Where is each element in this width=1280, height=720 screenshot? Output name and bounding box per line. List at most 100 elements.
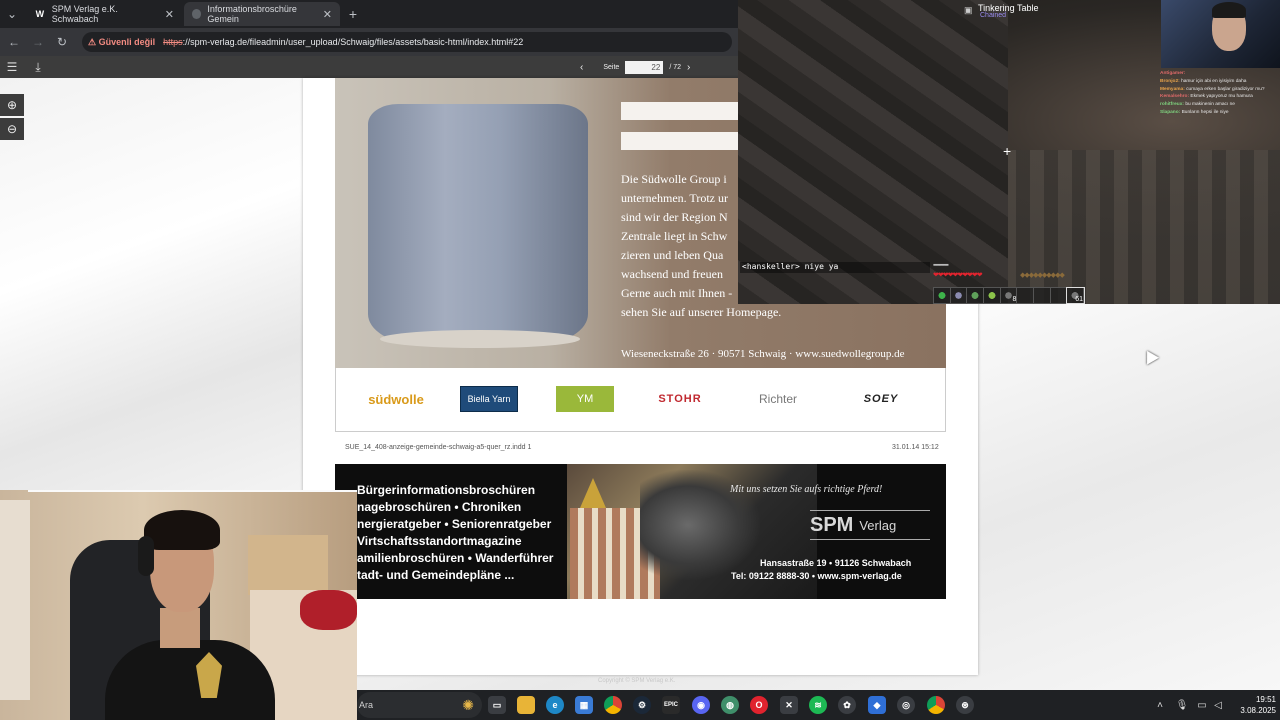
suedwolle-logo: südwolle: [368, 391, 424, 407]
tinkering-table-icon: ▣: [964, 5, 973, 15]
chat-user: Memyama:: [1160, 86, 1185, 92]
chat-text: cumaya erken başlar giradiziyor mu?: [1186, 86, 1265, 92]
close-tab-icon[interactable]: ✕: [323, 8, 332, 21]
chatgpt-icon[interactable]: ✿: [838, 696, 856, 714]
spm-address: Hansastraße 19 • 91126 Schwabach: [760, 558, 912, 568]
richter-logo: Richter: [758, 392, 797, 406]
hotbar-slot-tool-icon: [967, 288, 985, 303]
headphones: [138, 536, 154, 576]
tab-search-chevron-icon[interactable]: ⌄: [4, 6, 20, 22]
chat-message: rohitfreux: bu makinenin amacı ne: [1160, 101, 1278, 109]
vpn-shield-icon[interactable]: ◆: [868, 696, 886, 714]
stohr-logo: STOHR: [658, 393, 702, 405]
obs-settings-icon[interactable]: ⊛: [956, 696, 974, 714]
biella-yarn-logo: Biella Yarn: [460, 386, 518, 412]
spm-services-list: Bürgerinformationsbroschüren nagebroschü…: [357, 482, 567, 584]
red-pillow: [300, 590, 357, 630]
tab-label: SPM Verlag e.K. Schwabach: [51, 4, 118, 24]
brand-logos-row: südwolle Biella Yarn YM STOHR Richter SO…: [335, 368, 946, 432]
hotbar-slot-empty: [1034, 288, 1051, 303]
spm-logo: SPM Verlag: [810, 510, 930, 540]
tray-chevron-icon[interactable]: ˄: [1153, 698, 1167, 712]
spm-service-line: amilienbroschüren • Wanderführer: [357, 551, 554, 565]
new-tab-button[interactable]: +: [345, 6, 361, 22]
hotbar-slot-empty: [1017, 288, 1035, 303]
bed-headboard: [248, 535, 328, 595]
menu-list-icon[interactable]: ☰: [4, 59, 20, 75]
clock-date: 3.08.2025: [1240, 706, 1276, 715]
hotbar-slot-item-icon: [984, 288, 1001, 303]
taskbar-clock[interactable]: 19:51 3.08.2025: [1228, 694, 1276, 716]
next-page-icon[interactable]: ›: [687, 62, 690, 73]
close-tab-icon[interactable]: ✕: [165, 8, 174, 21]
page-number-input[interactable]: [625, 60, 664, 74]
url-omnibox[interactable]: ⚠ Güvenli değil https://spm-verlag.de/fi…: [82, 32, 732, 52]
spotify-icon[interactable]: ≋: [809, 696, 827, 714]
chat-message: Bronjo2: hamur için abi en iyisiyim daha: [1160, 78, 1278, 86]
reload-icon[interactable]: ↻: [54, 34, 70, 50]
hotbar-slot-empty: [1051, 288, 1068, 303]
armor-bar: ▪▪▪▪▪▪▪▪▪▪: [933, 262, 949, 269]
download-icon[interactable]: ⤓: [30, 59, 46, 75]
hotbar-slot-pickaxe-icon: [950, 288, 968, 303]
chrome-icon[interactable]: [604, 696, 622, 714]
forward-arrow-icon[interactable]: →: [30, 34, 46, 50]
chat-text: Bunların hepsi ile niye: [1181, 109, 1229, 115]
spm-slogan: Mit uns setzen Sie aufs richtige Pferd!: [730, 484, 883, 495]
steam-icon[interactable]: ⚙: [633, 696, 651, 714]
game-block-subtitle: Chained: [980, 12, 1007, 19]
spm-service-line: nagebroschüren • Chroniken: [357, 500, 522, 514]
not-secure-label: Güvenli değil: [98, 36, 156, 47]
stream-chat: Antigamer: Bronjo2: hamur için abi en iy…: [1160, 70, 1278, 117]
xbox-icon[interactable]: ✕: [780, 696, 798, 714]
tab-spm-verlag[interactable]: W SPM Verlag e.K. Schwabach ✕: [26, 2, 182, 26]
url-text[interactable]: https://spm-verlag.de/fileadmin/user_upl…: [163, 37, 523, 47]
chat-message: Slapano: Bunların hepsi ile niye: [1160, 109, 1278, 117]
zoom-out-icon[interactable]: ⊖: [0, 118, 24, 140]
spm-service-line: Virtschaftsstandortmagazine: [357, 534, 522, 548]
chat-text: bu makinenin amacı ne: [1185, 102, 1235, 108]
ad-subheadline-bar: [621, 132, 741, 150]
spm-service-line: tadt- und Gemeindepläne ...: [357, 568, 515, 582]
tab-informationsbroschure[interactable]: Informationsbroschüre Gemein ✕: [184, 2, 340, 26]
app2-icon[interactable]: ◎: [897, 696, 915, 714]
chat-message: Memyama: cumaya erken başlar giradiziyor…: [1160, 86, 1278, 94]
chat-user: Kemalsehro:: [1160, 94, 1190, 100]
opera-icon[interactable]: O: [750, 696, 768, 714]
epic-games-icon[interactable]: EPIC: [662, 696, 680, 714]
volume-icon[interactable]: ◁: [1211, 698, 1225, 712]
edge-icon[interactable]: e: [546, 696, 564, 714]
taskbar-search[interactable]: Ara ✺: [357, 692, 482, 718]
yarn-cone-image: [368, 104, 588, 344]
page-navigation: ‹ Seite / 72 ›: [580, 59, 690, 75]
not-secure-badge[interactable]: ⚠ Güvenli değil: [88, 37, 155, 48]
store-icon[interactable]: ▦: [575, 696, 593, 714]
yarn-cone-base: [380, 330, 580, 348]
chat-text: hamur için abi en iyisiyim daha: [1181, 78, 1247, 84]
previous-page-icon[interactable]: ‹: [580, 62, 583, 73]
chat-text: Ekmek yapıyoruz mu hamura: [1190, 94, 1253, 100]
network-icon[interactable]: ▭: [1195, 698, 1209, 712]
game-stone-wall: [738, 0, 1008, 304]
spm-service-line: Bürgerinformationsbroschüren: [357, 483, 536, 497]
person-shirt: [105, 640, 275, 720]
chat-message: Antigamer:: [1160, 70, 1278, 78]
zoom-in-icon[interactable]: ⊕: [0, 94, 24, 116]
globe-favicon-icon: [192, 9, 202, 19]
chat-user: Bronjo2:: [1160, 78, 1180, 84]
game-floor: [960, 150, 1280, 304]
game-hotbar: 8 61: [933, 287, 1086, 304]
ad-headline-bar: [621, 102, 741, 120]
search-highlight-icon: ✺: [462, 696, 474, 713]
task-view-icon[interactable]: ▭: [488, 696, 506, 714]
app-icon[interactable]: ◍: [721, 696, 739, 714]
chat-user: rohitfreux:: [1160, 102, 1184, 108]
file-explorer-icon[interactable]: [517, 696, 535, 714]
back-arrow-icon[interactable]: ←: [6, 34, 22, 50]
microphone-icon[interactable]: 🎙: [1175, 698, 1189, 712]
chrome2-icon[interactable]: [927, 696, 945, 714]
wordpress-favicon-icon: W: [35, 9, 45, 19]
webcam-top-edge: [28, 490, 357, 492]
person-neck: [160, 608, 200, 648]
discord-icon[interactable]: ◉: [692, 696, 710, 714]
